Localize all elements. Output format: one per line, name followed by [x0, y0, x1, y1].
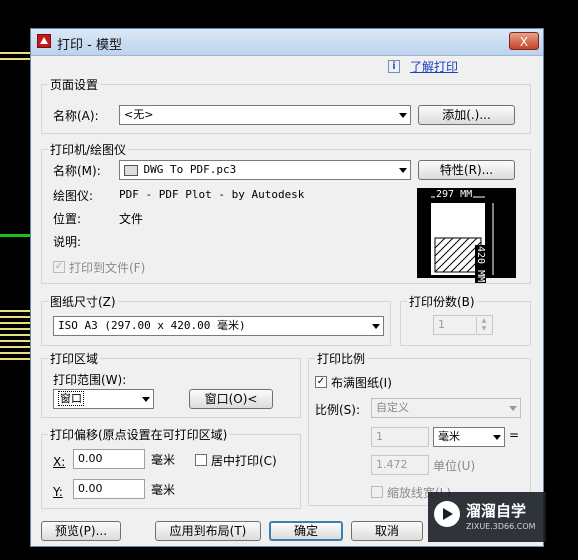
- ok-button[interactable]: 确定: [269, 521, 343, 541]
- play-logo-icon: [434, 501, 460, 527]
- chevron-down-icon: [509, 406, 517, 411]
- apply-to-layout-button[interactable]: 应用到布局(T): [155, 521, 261, 541]
- scale-value2-input[interactable]: 1.472: [371, 455, 429, 475]
- printer-name-select[interactable]: DWG To PDF.pc3: [119, 160, 411, 180]
- scale-value2: 1.472: [376, 458, 408, 471]
- spin-down-icon[interactable]: ▼: [476, 325, 491, 333]
- plot-scale-legend: 打印比例: [315, 350, 368, 367]
- chevron-down-icon: [493, 435, 501, 440]
- copies-value: 1: [438, 318, 445, 331]
- offset-y-value: 0.00: [78, 482, 103, 495]
- title-bar: 打印 - 模型 X: [31, 29, 543, 56]
- paper-preview: 297 MM 420 MM: [417, 188, 516, 284]
- offset-x-label: X:: [53, 455, 66, 469]
- preview-width-label: 297 MM: [435, 189, 474, 200]
- window-title: 打印 - 模型: [57, 38, 122, 53]
- scale-unit-select[interactable]: 毫米: [433, 427, 505, 447]
- scale-value1: 1: [376, 430, 383, 443]
- watermark: 溜溜自学 ZIXUE.3D66.COM: [428, 492, 546, 542]
- watermark-brand: 溜溜自学: [466, 502, 527, 520]
- scale-lineweights-checkbox[interactable]: [371, 486, 383, 498]
- cad-line-green: [0, 234, 30, 237]
- learn-plot-link[interactable]: 了解打印: [410, 58, 458, 75]
- offset-y-input[interactable]: 0.00: [73, 479, 145, 499]
- scale-select[interactable]: 自定义: [371, 398, 521, 418]
- paper-size-value: ISO A3 (297.00 x 420.00 毫米): [58, 319, 246, 332]
- paper-size-legend: 图纸尺寸(Z): [48, 293, 118, 310]
- cad-line: [0, 52, 30, 54]
- properties-button[interactable]: 特性(R)...: [418, 160, 515, 180]
- plot-area-legend: 打印区域: [48, 350, 101, 367]
- plot-dialog: 打印 - 模型 X i 了解打印 页面设置 名称(A): <无> 添加(.)..…: [30, 28, 544, 547]
- preview-button[interactable]: 预览(P)...: [41, 521, 121, 541]
- description-label: 说明:: [53, 235, 82, 249]
- plot-area-group: 打印区域: [41, 350, 301, 418]
- chevron-down-icon: [372, 324, 380, 329]
- print-to-file-checkbox[interactable]: ✓: [53, 261, 65, 273]
- offset-y-unit: 毫米: [151, 483, 176, 497]
- add-page-setup-button[interactable]: 添加(.)...: [418, 105, 515, 125]
- watermark-url: ZIXUE.3D66.COM: [466, 522, 536, 531]
- print-to-file-label: 打印到文件(F): [69, 261, 146, 275]
- printer-legend: 打印机/绘图仪: [48, 141, 129, 158]
- plotter-value: PDF - PDF Plot - by Autodesk: [119, 188, 305, 201]
- scale-unit-value: 毫米: [438, 430, 460, 443]
- page-setup-name-label: 名称(A):: [53, 109, 99, 123]
- equals-sign: =: [509, 428, 520, 442]
- paper-size-select[interactable]: ISO A3 (297.00 x 420.00 毫米): [53, 316, 384, 336]
- cad-line: [0, 58, 30, 60]
- scale-label: 比例(S):: [315, 403, 361, 417]
- window-pick-button[interactable]: 窗口(O)<: [189, 389, 273, 409]
- offset-y-label: Y:: [53, 485, 63, 499]
- scale-value1-input[interactable]: 1: [371, 427, 429, 447]
- printer-name-value: DWG To PDF.pc3: [143, 163, 237, 176]
- location-value: 文件: [119, 212, 144, 226]
- fit-to-paper-label: 布满图纸(I): [331, 376, 392, 390]
- close-button[interactable]: X: [509, 32, 539, 50]
- cancel-button[interactable]: 取消: [351, 521, 423, 541]
- offset-x-input[interactable]: 0.00: [73, 449, 145, 469]
- printer-icon: [124, 164, 138, 176]
- plot-offset-legend: 打印偏移(原点设置在可打印区域): [48, 426, 230, 443]
- cad-hatch: [0, 310, 30, 360]
- spin-up-icon[interactable]: ▲: [476, 317, 491, 325]
- plot-range-label: 打印范围(W):: [53, 373, 127, 387]
- page-setup-name-select[interactable]: <无>: [119, 105, 411, 125]
- location-label: 位置:: [53, 212, 82, 226]
- plot-range-value: 窗口: [58, 391, 84, 406]
- info-icon: i: [388, 60, 400, 73]
- center-plot-label: 居中打印(C): [211, 454, 277, 468]
- chevron-down-icon: [399, 168, 407, 173]
- fit-to-paper-checkbox[interactable]: ✓: [315, 376, 327, 388]
- autocad-logo-icon: [37, 34, 51, 48]
- page-setup-name-value: <无>: [124, 108, 154, 121]
- plotter-label: 绘图仪:: [53, 189, 94, 203]
- paper-preview-graphic: [431, 196, 494, 275]
- chevron-down-icon: [399, 113, 407, 118]
- copies-input[interactable]: 1 ▲ ▼: [433, 315, 493, 335]
- preview-height-label: 420 MM: [475, 245, 486, 284]
- scale-value: 自定义: [376, 401, 409, 414]
- offset-x-unit: 毫米: [151, 453, 176, 467]
- plot-range-select[interactable]: 窗口: [53, 389, 154, 409]
- page-setup-legend: 页面设置: [48, 76, 101, 93]
- copies-legend: 打印份数(B): [407, 293, 477, 310]
- center-plot-checkbox[interactable]: [195, 454, 207, 466]
- offset-x-value: 0.00: [78, 452, 103, 465]
- scale-unit2-label: 单位(U): [433, 459, 476, 473]
- printer-name-label: 名称(M):: [53, 164, 101, 178]
- chevron-down-icon: [142, 397, 150, 402]
